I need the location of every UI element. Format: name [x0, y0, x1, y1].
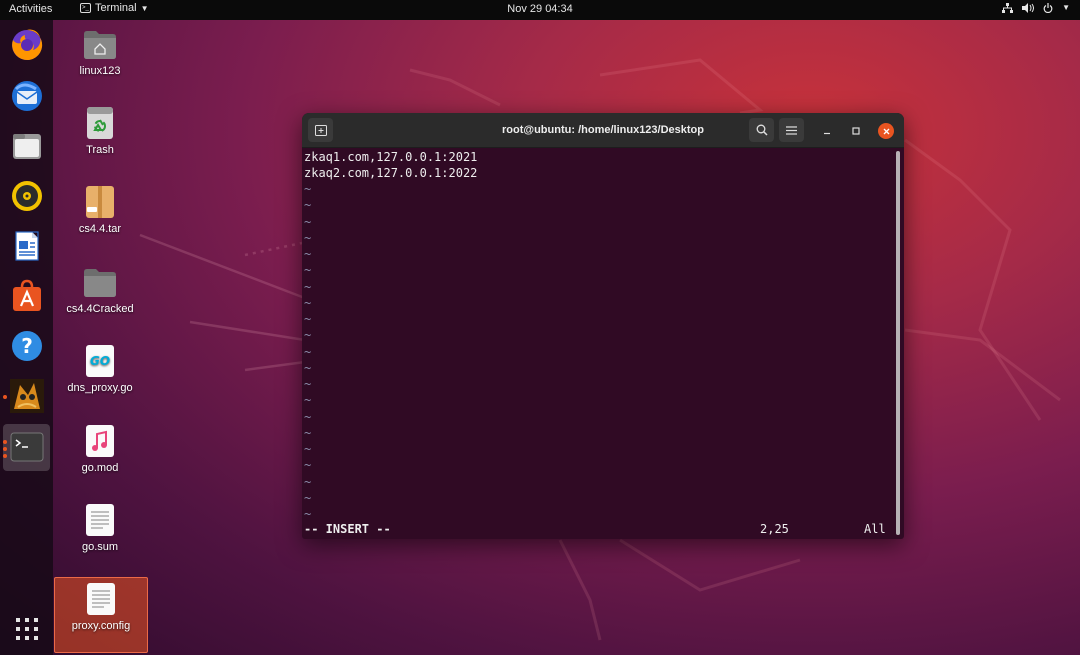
desktop-icon-trash[interactable]: Trash	[53, 106, 147, 156]
app-icon[interactable]	[8, 377, 46, 415]
desktop-icon-label: dns_proxy.go	[67, 382, 133, 394]
desktop-icon-dns-proxy-go[interactable]: GO dns_proxy.go	[53, 344, 147, 394]
empty-line-marker: ~	[304, 458, 312, 473]
desktop-icon-proxy-config[interactable]: proxy.config	[54, 577, 148, 653]
terminal-titlebar[interactable]: root@ubuntu: /home/linux123/Desktop	[302, 113, 904, 148]
system-tray[interactable]: ▼	[1002, 3, 1070, 16]
svg-text:GO: GO	[90, 354, 110, 368]
clock[interactable]: Nov 29 04:34	[507, 3, 572, 15]
maximize-icon	[852, 127, 860, 135]
files-icon[interactable]	[8, 127, 46, 165]
desktop-icon-label: cs4.4.tar	[78, 223, 122, 235]
empty-line-marker: ~	[304, 198, 312, 213]
thunderbird-icon[interactable]	[8, 77, 46, 115]
activities-button[interactable]: Activities	[9, 3, 52, 15]
editor-line: zkaq2.com,127.0.0.1:2022	[304, 166, 478, 180]
empty-line-marker: ~	[304, 263, 312, 278]
text-file-icon	[83, 503, 117, 537]
empty-line-marker: ~	[304, 344, 312, 359]
empty-line-marker: ~	[304, 295, 312, 310]
empty-line-marker: ~	[304, 442, 312, 456]
editor-line: zkaq1.com,127.0.0.1:2021	[304, 150, 478, 164]
music-file-icon	[83, 424, 117, 458]
empty-line-marker: ~	[304, 393, 312, 408]
empty-line-marker: ~	[304, 328, 312, 343]
vim-status-line: -- INSERT -- 2,25 All	[302, 521, 892, 537]
desktop-icon-label: cs4.4Cracked	[66, 303, 134, 315]
new-tab-button[interactable]	[308, 118, 333, 142]
minimize-icon	[824, 132, 830, 135]
svg-text:?: ?	[21, 334, 33, 358]
terminal-text-area[interactable]: zkaq1.com,127.0.0.1:2021 zkaq2.com,127.0…	[302, 148, 904, 539]
search-button[interactable]	[749, 118, 774, 142]
chevron-down-icon: ▼	[1062, 3, 1070, 12]
running-indicator	[3, 440, 7, 444]
running-indicator	[3, 454, 7, 458]
archive-icon	[83, 185, 117, 219]
menu-button[interactable]	[779, 118, 804, 142]
rhythmbox-icon[interactable]	[8, 177, 46, 215]
empty-line-marker: ~	[304, 425, 312, 440]
folder-icon	[83, 265, 117, 299]
maximize-button[interactable]	[848, 123, 864, 139]
desktop-icon-go-sum[interactable]: go.sum	[53, 503, 147, 553]
desktop-icon-go-mod[interactable]: go.mod	[53, 424, 147, 474]
writer-icon[interactable]	[8, 227, 46, 265]
terminal-window[interactable]: root@ubuntu: /home/linux123/Desktop zkaq…	[302, 113, 904, 539]
terminal-icon: >_	[80, 3, 91, 13]
firefox-icon[interactable]	[8, 26, 46, 64]
close-button[interactable]	[878, 123, 894, 139]
desktop-icon-label: Trash	[86, 144, 114, 156]
show-applications-icon[interactable]	[8, 610, 46, 648]
running-indicator	[3, 447, 7, 451]
empty-line-marker: ~	[304, 507, 312, 521]
text-file-icon	[84, 582, 118, 616]
hamburger-menu-icon	[786, 125, 797, 135]
dock: ?	[0, 20, 53, 655]
network-icon	[1002, 3, 1014, 16]
empty-line-marker: ~	[304, 182, 312, 196]
top-bar: Activities >_ Terminal ▼ Nov 29 04:34 ▼	[0, 0, 1080, 20]
minimize-button[interactable]	[819, 123, 835, 139]
home-folder-icon	[83, 27, 117, 61]
desktop-icon-label: go.sum	[81, 541, 119, 553]
empty-line-marker: ~	[304, 230, 312, 245]
software-icon[interactable]	[8, 277, 46, 315]
empty-line-marker: ~	[304, 279, 312, 294]
empty-line-marker: ~	[304, 474, 312, 489]
terminal-icon[interactable]	[8, 428, 46, 466]
new-tab-icon	[314, 124, 327, 136]
empty-line-marker: ~	[304, 490, 312, 505]
empty-line-marker: ~	[304, 409, 312, 424]
power-icon	[1043, 3, 1053, 16]
desktop-icon-label: go.mod	[81, 462, 119, 474]
running-indicator	[3, 395, 7, 399]
empty-line-marker: ~	[304, 360, 312, 375]
close-icon	[883, 128, 889, 134]
trash-icon	[83, 106, 117, 140]
desktop-icon-linux123[interactable]: linux123	[53, 27, 147, 77]
go-file-icon: GO	[83, 344, 117, 378]
desktop-icon-cs44cracked[interactable]: cs4.4Cracked	[53, 265, 147, 315]
empty-line-marker: ~	[304, 377, 312, 391]
search-icon	[756, 124, 768, 136]
cursor-position: 2,25	[760, 522, 789, 536]
vim-mode: -- INSERT --	[304, 522, 391, 536]
scrollbar[interactable]	[896, 151, 900, 535]
desktop-icon-label: linux123	[79, 65, 121, 77]
volume-icon	[1022, 3, 1035, 16]
desktop-icon-label: proxy.config	[71, 620, 131, 632]
window-title: root@ubuntu: /home/linux123/Desktop	[501, 124, 704, 136]
help-icon[interactable]: ?	[8, 327, 46, 365]
scroll-position: All	[864, 522, 886, 536]
empty-line-marker: ~	[304, 312, 312, 326]
empty-line-marker: ~	[304, 214, 312, 229]
desktop-icon-cs44-tar[interactable]: cs4.4.tar	[53, 185, 147, 235]
app-menu[interactable]: >_ Terminal ▼	[80, 2, 149, 14]
chevron-down-icon: ▼	[140, 3, 149, 13]
empty-line-marker: ~	[304, 247, 312, 261]
app-menu-label: Terminal	[95, 2, 137, 14]
